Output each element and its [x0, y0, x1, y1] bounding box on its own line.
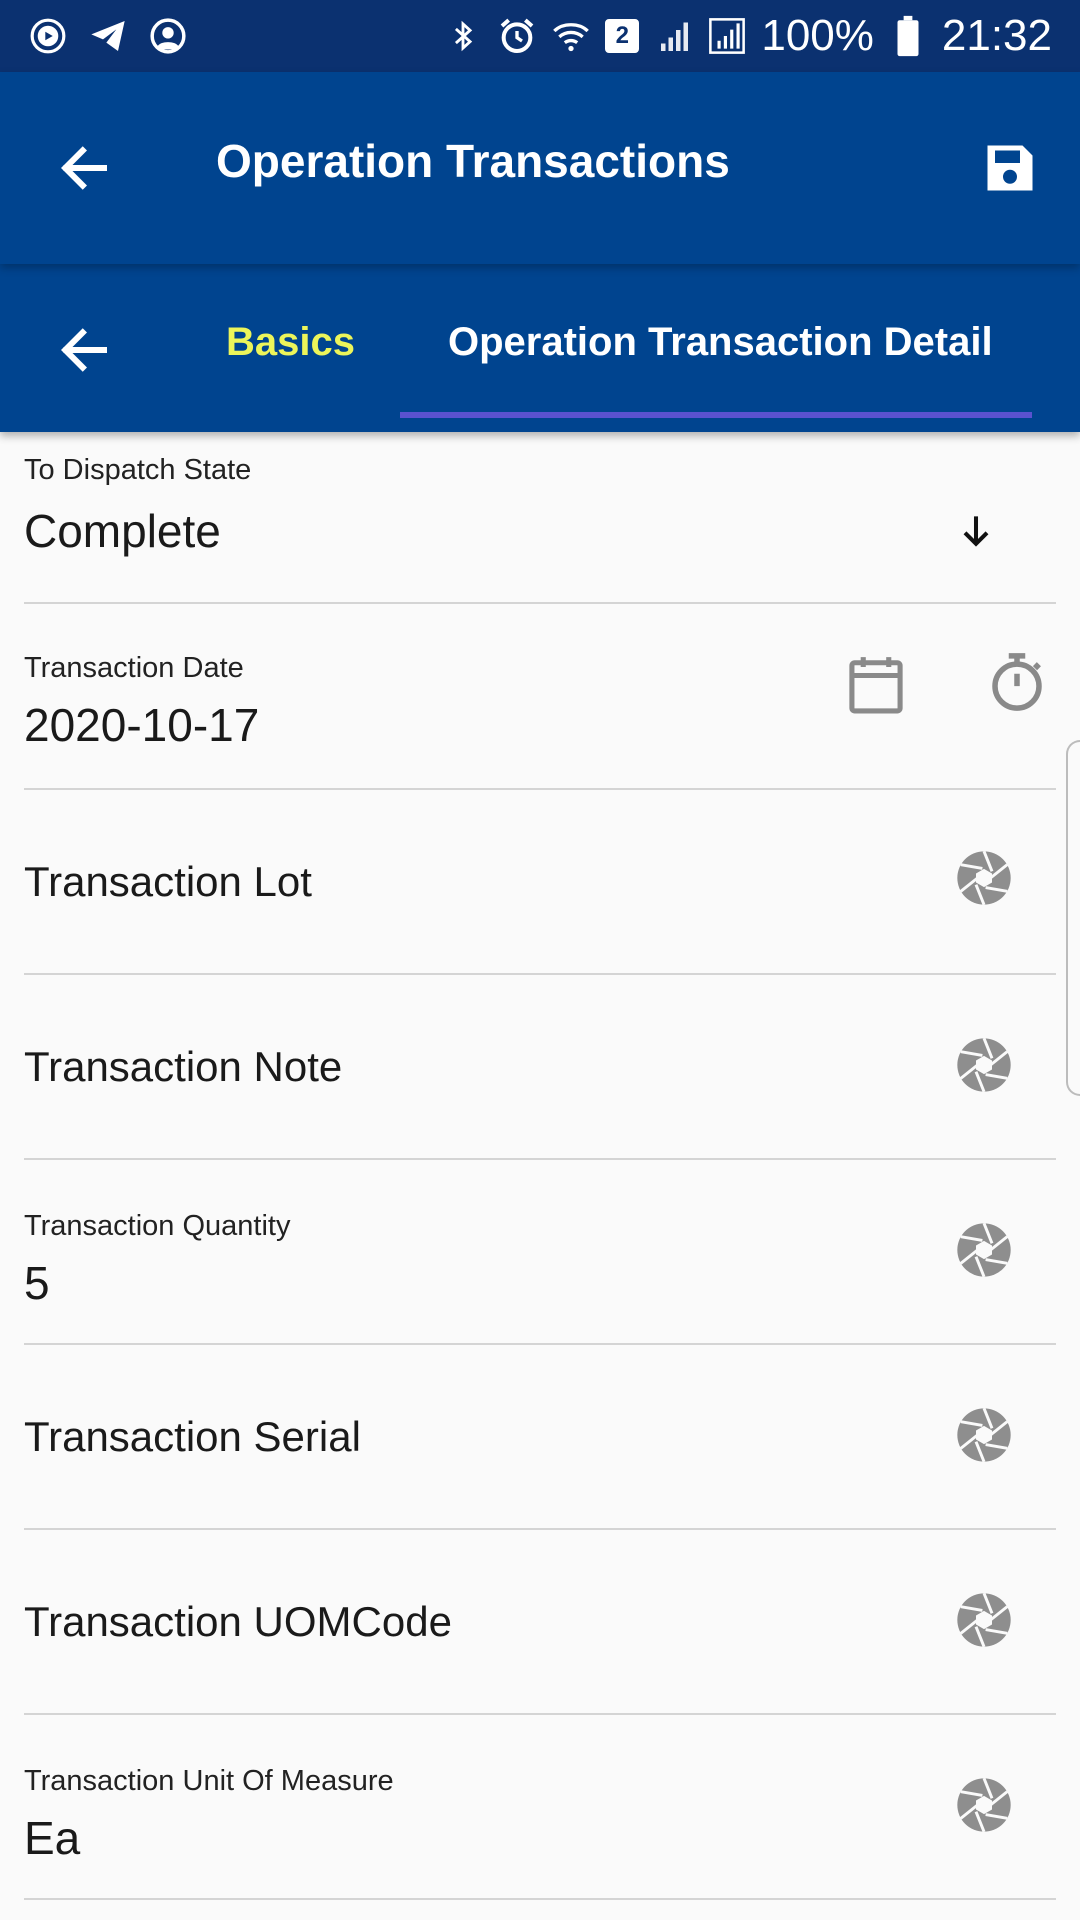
play-circle-icon	[28, 16, 68, 56]
signal-roaming-icon	[707, 16, 747, 56]
system-status: 2 100% 21:32	[443, 11, 1052, 61]
save-icon[interactable]	[980, 138, 1040, 198]
dispatch-state-dropdown[interactable]: To Dispatch State Complete	[24, 432, 1056, 604]
field-label: Transaction Quantity	[24, 1210, 291, 1242]
transaction-date-field[interactable]: Transaction Date 2020-10-17	[24, 604, 1056, 790]
wifi-icon	[551, 16, 591, 56]
tab-scroll-back-icon[interactable]	[52, 320, 116, 380]
battery-icon	[888, 15, 928, 57]
battery-percent: 100%	[761, 11, 874, 60]
sim-icon: 2	[605, 19, 640, 53]
field-label: Transaction Unit Of Measure	[24, 1765, 394, 1797]
field-label: Transaction Date	[24, 652, 244, 684]
camera-shutter-icon[interactable]	[952, 1588, 1016, 1652]
camera-shutter-icon[interactable]	[952, 1033, 1016, 1097]
account-circle-icon	[148, 16, 188, 56]
transaction-note-field[interactable]: Transaction Note	[24, 975, 1056, 1160]
arrow-down-icon[interactable]	[954, 506, 998, 556]
transaction-uomcode-field[interactable]: Transaction UOMCode	[24, 1530, 1056, 1715]
alarm-icon	[497, 16, 537, 56]
field-value: 5	[24, 1257, 50, 1309]
notification-icons	[28, 16, 188, 56]
camera-shutter-icon[interactable]	[952, 846, 1016, 910]
transaction-unit-of-measure-field[interactable]: Transaction Unit Of Measure Ea	[24, 1715, 1056, 1900]
transaction-quantity-field[interactable]: Transaction Quantity 5	[24, 1160, 1056, 1345]
camera-shutter-icon[interactable]	[952, 1773, 1016, 1837]
field-value: Complete	[24, 505, 221, 557]
tab-indicator	[400, 412, 1032, 418]
signal-icon	[653, 16, 693, 56]
bluetooth-icon	[443, 16, 483, 56]
field-label: Transaction UOMCode	[24, 1598, 452, 1645]
transaction-serial-field[interactable]: Transaction Serial	[24, 1345, 1056, 1530]
status-bar: 2 100% 21:32	[0, 0, 1080, 72]
app-bar: Operation Transactions	[0, 72, 1080, 264]
transaction-lot-field[interactable]: Transaction Lot	[24, 790, 1056, 975]
clock: 21:32	[941, 11, 1052, 60]
field-label: Transaction Serial	[24, 1413, 361, 1460]
tab-bar: Basics Operation Transaction Detail	[0, 264, 1080, 432]
page-title: Operation Transactions	[216, 135, 730, 187]
arrow-back-icon[interactable]	[52, 138, 116, 198]
edge-panel-handle[interactable]	[1066, 740, 1080, 1096]
field-label: To Dispatch State	[24, 454, 252, 486]
field-value: 2020-10-17	[24, 699, 260, 751]
timer-icon[interactable]	[984, 646, 1050, 718]
field-label: Transaction Note	[24, 1043, 343, 1090]
field-label: Transaction Lot	[24, 858, 312, 905]
send-icon	[88, 16, 128, 56]
camera-shutter-icon[interactable]	[952, 1403, 1016, 1467]
tab-operation-transaction-detail[interactable]: Operation Transaction Detail	[448, 320, 993, 365]
tab-basics[interactable]: Basics	[226, 320, 355, 365]
camera-shutter-icon[interactable]	[952, 1218, 1016, 1282]
calendar-icon[interactable]	[842, 648, 910, 720]
field-value: Ea	[24, 1812, 81, 1864]
